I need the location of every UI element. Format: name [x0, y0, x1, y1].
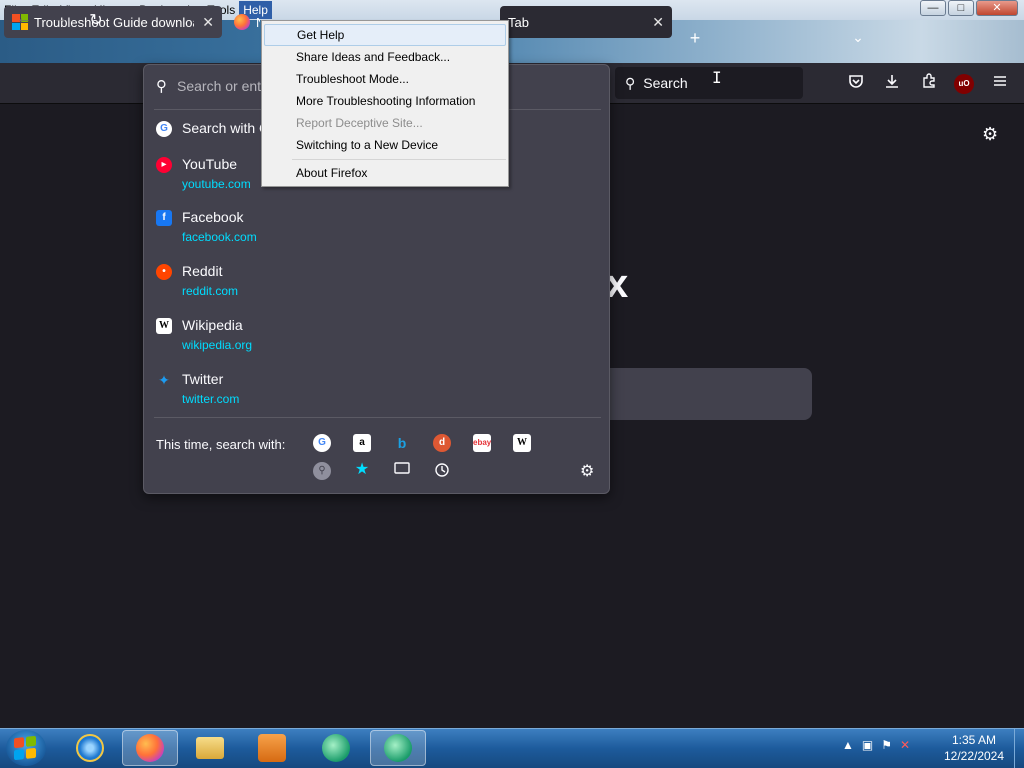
suggestion-title: Wikipedia: [182, 317, 243, 333]
media-player-icon: [258, 734, 286, 762]
action-center-flag-icon[interactable]: ⚑: [881, 738, 892, 752]
suggestion-url: wikipedia.org: [182, 338, 253, 352]
search-engine-icon[interactable]: ⚲: [313, 462, 331, 480]
tab-label: N: [256, 15, 260, 30]
volume-muted-icon[interactable]: ✕: [900, 738, 910, 752]
pocket-icon[interactable]: [845, 73, 867, 95]
reddit-icon: •: [156, 264, 172, 280]
taskbar-clock[interactable]: 1:35 AM 12/22/2024: [938, 732, 1010, 764]
ublock-origin-icon[interactable]: uO: [954, 74, 974, 94]
suggestion-url: youtube.com: [182, 177, 251, 191]
taskbar-app-green-active[interactable]: [370, 730, 426, 766]
google-icon[interactable]: G: [313, 434, 331, 452]
suggestion-reddit[interactable]: • Reddit reddit.com: [156, 262, 238, 299]
back-arrow-icon[interactable]: ←: [12, 10, 36, 28]
ebay-icon[interactable]: ebay: [473, 434, 491, 452]
help-get-help[interactable]: Get Help: [264, 24, 506, 46]
taskbar-app-green[interactable]: [308, 730, 364, 766]
youtube-icon: ▸: [156, 157, 172, 173]
help-switching-device[interactable]: Switching to a New Device: [264, 134, 506, 156]
help-report-deceptive-site: Report Deceptive Site...: [296, 116, 423, 130]
network-icon[interactable]: ▣: [862, 738, 873, 752]
facebook-icon: f: [156, 210, 172, 226]
suggestion-title: YouTube: [182, 156, 238, 172]
menu-separator: [292, 159, 506, 160]
folder-icon: [196, 737, 224, 759]
system-tray: ▲ ▣ ⚑ ✕: [842, 738, 910, 752]
close-tab-icon[interactable]: ✕: [652, 14, 664, 31]
suggestion-youtube[interactable]: ▸ YouTube youtube.com: [156, 155, 251, 192]
help-menu-dropdown: Get Help Share Ideas and Feedback... Tro…: [261, 20, 509, 187]
amazon-icon[interactable]: a: [353, 434, 371, 452]
search-icon: ⚲: [625, 74, 636, 91]
suggestion-url: reddit.com: [182, 284, 239, 298]
extensions-icon[interactable]: [918, 73, 940, 95]
suggestion-url: twitter.com: [182, 392, 240, 406]
show-desktop-button[interactable]: [1014, 728, 1024, 768]
duckduckgo-icon[interactable]: d: [433, 434, 451, 452]
bookmarks-star-icon[interactable]: ★: [353, 461, 371, 479]
help-share-ideas[interactable]: Share Ideas and Feedback...: [264, 46, 506, 68]
toolbar-search-box[interactable]: ⚲ Search: [615, 67, 803, 99]
windows-logo-icon: [14, 735, 36, 761]
wikipedia-icon[interactable]: W: [513, 434, 531, 452]
help-about-firefox[interactable]: About Firefox: [264, 162, 506, 184]
suggestion-twitter[interactable]: ✦ Twitter twitter.com: [156, 370, 239, 407]
minimize-button[interactable]: —: [920, 0, 946, 16]
one-off-search-label: This time, search with:: [156, 437, 286, 452]
suggestion-url: facebook.com: [182, 230, 257, 244]
bing-icon[interactable]: b: [393, 434, 411, 452]
new-tab-button[interactable]: +: [684, 28, 706, 49]
help-troubleshoot-mode[interactable]: Troubleshoot Mode...: [264, 68, 506, 90]
divider: [154, 417, 601, 418]
suggestion-title: Facebook: [182, 209, 244, 225]
help-more-troubleshooting-info[interactable]: More Troubleshooting Information: [264, 90, 506, 112]
internet-explorer-icon: [76, 734, 104, 762]
maximize-button[interactable]: □: [948, 0, 974, 16]
reload-icon[interactable]: ↻: [84, 10, 108, 30]
suggestion-title: Twitter: [182, 371, 224, 387]
suggestion-title: Reddit: [182, 263, 223, 279]
show-hidden-icons-icon[interactable]: ▲: [842, 738, 854, 752]
tab-new-tab[interactable]: Tab ✕: [500, 6, 672, 38]
history-clock-icon[interactable]: [433, 462, 451, 480]
hamburger-menu-icon[interactable]: [989, 73, 1011, 95]
page-search-box[interactable]: [610, 368, 812, 420]
forward-arrow-icon[interactable]: →: [48, 10, 72, 28]
search-icon: ⚲: [156, 78, 167, 95]
firefox-icon: [234, 14, 250, 30]
firefox-icon: [136, 734, 164, 762]
clock-date: 12/22/2024: [943, 749, 1005, 763]
twitter-icon: ✦: [158, 372, 170, 388]
search-settings-gear-icon[interactable]: ⚙: [580, 461, 594, 481]
taskbar-explorer[interactable]: [182, 730, 238, 766]
suggestion-wikipedia[interactable]: W Wikipedia wikipedia.org: [156, 316, 252, 353]
tabs-icon[interactable]: [393, 462, 411, 480]
chat-bubble-icon: [322, 734, 350, 762]
google-icon: G: [156, 121, 172, 137]
close-tab-icon[interactable]: ✕: [202, 14, 214, 31]
close-window-button[interactable]: ✕: [976, 0, 1018, 16]
tab-troubleshoot-guide[interactable]: Troubleshoot Guide downloads ✕: [4, 6, 222, 38]
suggestion-facebook[interactable]: f Facebook facebook.com: [156, 208, 257, 245]
taskbar-internet-explorer[interactable]: [62, 730, 118, 766]
downloads-icon[interactable]: [881, 73, 903, 95]
clock-time: 1:35 AM: [951, 733, 997, 747]
taskbar-media-player[interactable]: [244, 730, 300, 766]
wikipedia-icon: W: [156, 318, 172, 334]
list-all-tabs-button[interactable]: ⌄: [848, 29, 868, 46]
tab-label: Tab: [508, 14, 529, 30]
search-placeholder: Search: [643, 75, 688, 91]
taskbar-firefox[interactable]: [122, 730, 178, 766]
window-controls: — □ ✕: [920, 0, 1018, 18]
page-settings-gear-icon[interactable]: ⚙: [982, 124, 998, 145]
chat-bubble-icon: [384, 734, 412, 762]
text-cursor-icon: I: [712, 68, 722, 87]
